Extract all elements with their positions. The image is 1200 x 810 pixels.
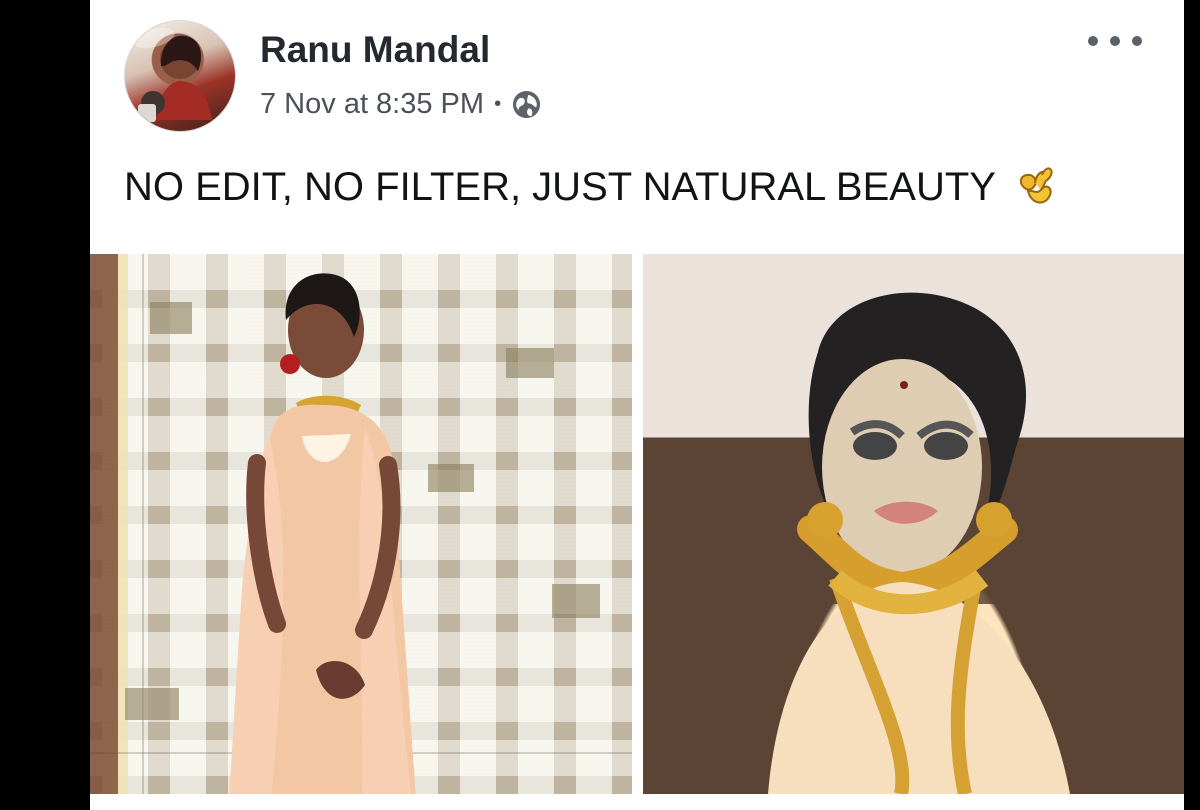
social-post-card: Ranu Mandal 7 Nov at 8:35 PM • NO EDIT, … bbox=[90, 0, 1184, 810]
wall-tile bbox=[150, 302, 192, 334]
more-options-dot bbox=[1132, 36, 1142, 46]
meta-separator: • bbox=[494, 92, 502, 115]
post-metadata: 7 Nov at 8:35 PM • bbox=[260, 88, 542, 121]
left-post-photo[interactable] bbox=[90, 254, 632, 794]
post-caption-row: NO EDIT, NO FILTER, JUST NATURAL BEAUTY bbox=[124, 163, 1056, 211]
author-name[interactable]: Ranu Mandal bbox=[260, 29, 490, 71]
right-post-photo[interactable] bbox=[643, 254, 1184, 794]
wall-tile bbox=[506, 348, 554, 378]
woman-standing-image bbox=[229, 273, 416, 794]
wall-tile bbox=[552, 584, 600, 618]
post-date[interactable]: 7 Nov at 8:35 PM bbox=[260, 88, 484, 121]
post-caption: NO EDIT, NO FILTER, JUST NATURAL BEAUTY bbox=[124, 164, 996, 209]
woman-portrait-image bbox=[718, 292, 1128, 794]
globe-icon[interactable] bbox=[511, 89, 542, 120]
author-avatar[interactable] bbox=[124, 20, 236, 132]
more-options-icon[interactable] bbox=[1088, 26, 1142, 56]
more-options-dot bbox=[1110, 36, 1120, 46]
more-options-dot bbox=[1088, 36, 1098, 46]
wall-tile bbox=[125, 688, 179, 720]
wall-tile bbox=[428, 464, 474, 492]
ok-hand-icon bbox=[1019, 167, 1053, 204]
